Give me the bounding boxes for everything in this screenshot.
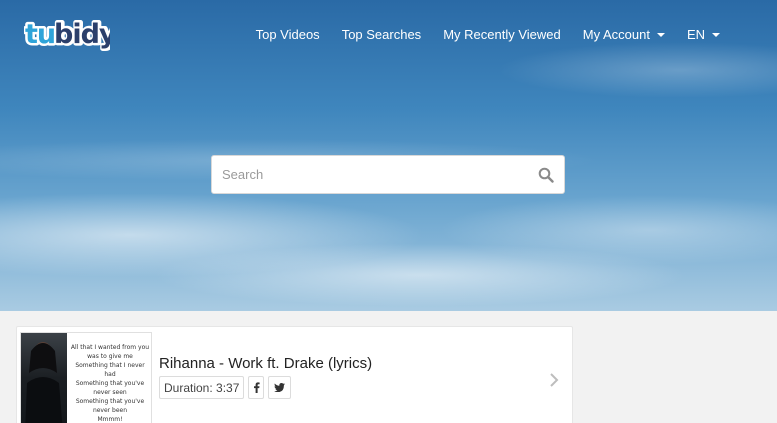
nav-label: My Recently Viewed <box>443 27 561 42</box>
nav-my-account-dropdown[interactable]: My Account <box>572 27 676 42</box>
nav-recently-viewed[interactable]: My Recently Viewed <box>432 27 572 42</box>
video-title[interactable]: Rihanna - Work ft. Drake (lyrics) <box>159 355 372 372</box>
twitter-share-button[interactable] <box>268 376 292 399</box>
video-result-card[interactable]: All that I wanted from you was to give m… <box>16 326 573 423</box>
chevron-right-icon[interactable] <box>548 372 560 388</box>
lyric-line: Mmmm! <box>97 416 123 423</box>
lyric-line: Something that you've never been <box>75 398 145 414</box>
svg-text:tu: tu <box>25 19 55 50</box>
nav-label: Top Videos <box>255 27 320 42</box>
main-nav: Top Videos Top Searches My Recently View… <box>245 27 731 42</box>
nav-top-searches[interactable]: Top Searches <box>331 27 433 42</box>
nav-label: EN <box>686 27 705 42</box>
lyric-line: Something that I never had <box>75 362 145 378</box>
facebook-icon <box>253 382 260 393</box>
facebook-share-button[interactable] <box>248 376 265 399</box>
search-bar <box>211 155 565 194</box>
lyric-line: Something that you've never seen <box>75 380 145 396</box>
thumbnail-lyrics: All that I wanted from you was to give m… <box>69 343 151 423</box>
video-meta: Duration: 3:37 <box>159 376 292 399</box>
tubidy-logo[interactable]: tubidy tu bidy <box>24 15 110 53</box>
hero-banner: tubidy tu bidy Top Videos Top Searches M… <box>0 0 777 311</box>
nav-language-dropdown[interactable]: EN <box>676 27 731 42</box>
video-thumbnail[interactable]: All that I wanted from you was to give m… <box>20 332 152 423</box>
search-button[interactable] <box>528 156 564 193</box>
nav-label: Top Searches <box>341 27 422 42</box>
search-input[interactable] <box>212 156 528 193</box>
caret-down-icon <box>656 32 665 37</box>
lyric-line: All that I wanted from you was to give m… <box>70 344 150 360</box>
duration-badge: Duration: 3:37 <box>159 376 245 399</box>
caret-down-icon <box>712 32 720 37</box>
twitter-icon <box>274 383 286 392</box>
thumbnail-figure <box>21 333 67 423</box>
nav-label: My Account <box>582 27 650 42</box>
svg-text:bidy: bidy <box>54 19 110 50</box>
nav-top-videos[interactable]: Top Videos <box>245 27 331 42</box>
search-icon <box>538 167 554 183</box>
